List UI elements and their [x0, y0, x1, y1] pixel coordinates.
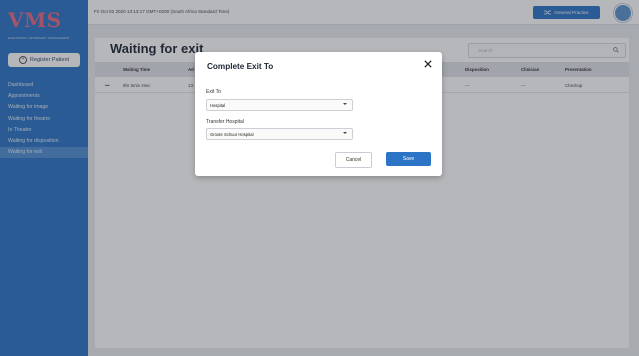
transfer-hospital-select[interactable]: Groote Schuur Hospital	[206, 128, 353, 140]
close-icon[interactable]	[424, 60, 432, 68]
exit-to-value: Hospital	[210, 102, 226, 108]
exit-to-select[interactable]: Hospital	[206, 99, 353, 111]
transfer-hospital-value: Groote Schuur Hospital	[210, 131, 254, 137]
modal-title: Complete Exit To	[207, 62, 274, 71]
cancel-button[interactable]: Cancel	[335, 152, 372, 168]
chevron-down-icon	[343, 103, 347, 105]
transfer-hospital-label: Transfer Hospital	[206, 119, 244, 125]
chevron-down-icon	[343, 132, 347, 134]
complete-exit-modal: Complete Exit To Exit To Hospital Transf…	[195, 52, 442, 176]
save-button[interactable]: Save	[386, 152, 431, 166]
exit-to-label: Exit To	[206, 89, 221, 95]
